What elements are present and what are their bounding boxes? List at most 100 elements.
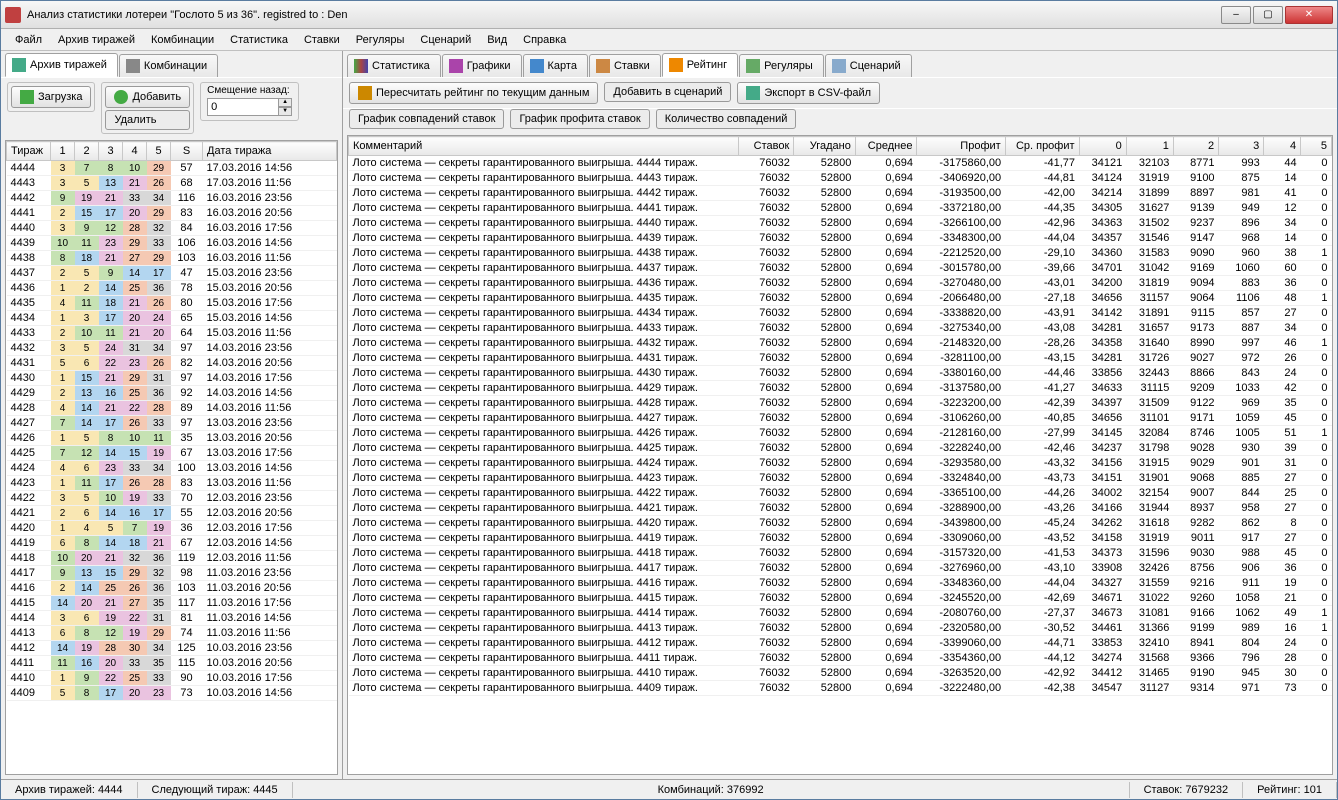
column-header[interactable]: Тираж (7, 142, 51, 161)
table-row[interactable]: Лото система — секреты гарантированного … (349, 276, 1332, 291)
delete-button[interactable]: Удалить (105, 110, 190, 130)
table-row[interactable]: 4440391228328416.03.2016 17:56 (7, 221, 337, 236)
table-row[interactable]: 4443351321266817.03.2016 11:56 (7, 176, 337, 191)
table-row[interactable]: 44277141726339713.03.2016 23:56 (7, 416, 337, 431)
column-header[interactable]: Профит (917, 137, 1005, 156)
table-row[interactable]: Лото система — секреты гарантированного … (349, 381, 1332, 396)
table-row[interactable]: Лото система — секреты гарантированного … (349, 426, 1332, 441)
table-row[interactable]: Лото система — секреты гарантированного … (349, 171, 1332, 186)
table-row[interactable]: Лото система — секреты гарантированного … (349, 576, 1332, 591)
table-row[interactable]: Лото система — секреты гарантированного … (349, 231, 1332, 246)
menu-item[interactable]: Ставки (296, 32, 348, 48)
table-row[interactable]: Лото система — секреты гарантированного … (349, 306, 1332, 321)
table-row[interactable]: 4413681219297411.03.2016 11:56 (7, 626, 337, 641)
table-row[interactable]: Лото система — секреты гарантированного … (349, 411, 1332, 426)
table-row[interactable]: 4419681418216712.03.2016 14:56 (7, 536, 337, 551)
column-header[interactable]: 4 (1264, 137, 1301, 156)
table-row[interactable]: Лото система — секреты гарантированного … (349, 336, 1332, 351)
right-tab[interactable]: Сценарий (825, 54, 912, 77)
table-row[interactable]: 44201457193612.03.2016 17:56 (7, 521, 337, 536)
table-row[interactable]: 4418102021323611912.03.2016 11:56 (7, 551, 337, 566)
menu-item[interactable]: Комбинации (143, 32, 222, 48)
menu-item[interactable]: Вид (479, 32, 515, 48)
column-header[interactable]: 1 (51, 142, 75, 161)
column-header[interactable]: 3 (1219, 137, 1264, 156)
menu-item[interactable]: Архив тиражей (50, 32, 143, 48)
match-chart-button[interactable]: График совпадений ставок (349, 109, 504, 129)
table-row[interactable]: 44244623333410013.03.2016 14:56 (7, 461, 337, 476)
menu-item[interactable]: Статистика (222, 32, 296, 48)
menu-item[interactable]: Файл (7, 32, 50, 48)
export-csv-button[interactable]: Экспорт в CSV-файл (737, 82, 880, 104)
table-row[interactable]: 4436121425367815.03.2016 20:56 (7, 281, 337, 296)
table-row[interactable]: Лото система — секреты гарантированного … (349, 351, 1332, 366)
table-row[interactable]: Лото система — секреты гарантированного … (349, 546, 1332, 561)
right-tab[interactable]: Регуляры (739, 54, 824, 77)
table-row[interactable]: 4432352431349714.03.2016 23:56 (7, 341, 337, 356)
minimize-button[interactable]: – (1221, 6, 1251, 24)
column-header[interactable]: Дата тиража (203, 142, 337, 161)
table-row[interactable]: Лото система — секреты гарантированного … (349, 366, 1332, 381)
table-row[interactable]: 4431562223268214.03.2016 20:56 (7, 356, 337, 371)
table-row[interactable]: 4415142021273511711.03.2016 17:56 (7, 596, 337, 611)
table-row[interactable]: 444291921333411616.03.2016 23:56 (7, 191, 337, 206)
table-row[interactable]: 4412141928303412510.03.2016 23:56 (7, 641, 337, 656)
table-row[interactable]: 4410192225339010.03.2016 17:56 (7, 671, 337, 686)
draws-grid[interactable]: Тираж12345SДата тиража 444437810295717.0… (5, 140, 338, 775)
profit-chart-button[interactable]: График профита ставок (510, 109, 649, 129)
rating-grid[interactable]: КомментарийСтавокУгаданоСреднееПрофитСр.… (347, 135, 1333, 775)
table-row[interactable]: 444437810295717.03.2016 14:56 (7, 161, 337, 176)
table-row[interactable]: 441621425263610311.03.2016 20:56 (7, 581, 337, 596)
right-tab[interactable]: Статистика (347, 54, 441, 77)
column-header[interactable]: Ср. профит (1005, 137, 1079, 156)
table-row[interactable]: 4409581720237310.03.2016 14:56 (7, 686, 337, 701)
right-tab[interactable]: Графики (442, 54, 522, 77)
column-header[interactable]: Среднее (855, 137, 917, 156)
offset-input[interactable] (207, 98, 279, 116)
table-row[interactable]: Лото система — секреты гарантированного … (349, 261, 1332, 276)
right-tab[interactable]: Рейтинг (662, 53, 738, 77)
left-tab[interactable]: Комбинации (119, 54, 218, 77)
left-tab[interactable]: Архив тиражей (5, 53, 118, 77)
recalc-button[interactable]: Пересчитать рейтинг по текущим данным (349, 82, 598, 104)
table-row[interactable]: Лото система — секреты гарантированного … (349, 201, 1332, 216)
table-row[interactable]: 44301152129319714.03.2016 17:56 (7, 371, 337, 386)
match-count-button[interactable]: Количество совпадений (656, 109, 797, 129)
table-row[interactable]: Лото система — секреты гарантированного … (349, 216, 1332, 231)
column-header[interactable]: 4 (123, 142, 147, 161)
table-row[interactable]: Лото система — секреты гарантированного … (349, 321, 1332, 336)
table-row[interactable]: 44231111726288313.03.2016 11:56 (7, 476, 337, 491)
table-row[interactable]: 4411111620333511510.03.2016 20:56 (7, 656, 337, 671)
table-row[interactable]: 4421261416175512.03.2016 20:56 (7, 506, 337, 521)
table-row[interactable]: 44292131625369214.03.2016 14:56 (7, 386, 337, 401)
table-row[interactable]: 443725914174715.03.2016 23:56 (7, 266, 337, 281)
table-row[interactable]: Лото система — секреты гарантированного … (349, 291, 1332, 306)
table-row[interactable]: Лото система — секреты гарантированного … (349, 486, 1332, 501)
table-row[interactable]: 4414361922318111.03.2016 14:56 (7, 611, 337, 626)
table-row[interactable]: Лото система — секреты гарантированного … (349, 246, 1332, 261)
spin-down[interactable]: ▼ (278, 107, 292, 116)
table-row[interactable]: Лото система — секреты гарантированного … (349, 681, 1332, 696)
table-row[interactable]: Лото система — секреты гарантированного … (349, 516, 1332, 531)
table-row[interactable]: Лото система — секреты гарантированного … (349, 621, 1332, 636)
column-header[interactable]: 1 (1126, 137, 1173, 156)
table-row[interactable]: 442615810113513.03.2016 20:56 (7, 431, 337, 446)
menu-item[interactable]: Сценарий (412, 32, 479, 48)
add-scenario-button[interactable]: Добавить в сценарий (604, 82, 731, 102)
table-row[interactable]: 44179131529329811.03.2016 23:56 (7, 566, 337, 581)
right-tab[interactable]: Ставки (589, 54, 661, 77)
table-row[interactable]: Лото система — секреты гарантированного … (349, 186, 1332, 201)
table-row[interactable]: Лото система — секреты гарантированного … (349, 501, 1332, 516)
load-button[interactable]: Загрузка (11, 86, 91, 108)
menu-item[interactable]: Справка (515, 32, 574, 48)
right-tab[interactable]: Карта (523, 54, 588, 77)
table-row[interactable]: Лото система — секреты гарантированного … (349, 651, 1332, 666)
table-row[interactable]: Лото система — секреты гарантированного … (349, 591, 1332, 606)
menu-item[interactable]: Регуляры (348, 32, 413, 48)
column-header[interactable]: 5 (1301, 137, 1332, 156)
maximize-button[interactable]: ▢ (1253, 6, 1283, 24)
table-row[interactable]: 44257121415196713.03.2016 17:56 (7, 446, 337, 461)
table-row[interactable]: 44284142122288914.03.2016 11:56 (7, 401, 337, 416)
table-row[interactable]: Лото система — секреты гарантированного … (349, 531, 1332, 546)
table-row[interactable]: 44412151720298316.03.2016 20:56 (7, 206, 337, 221)
